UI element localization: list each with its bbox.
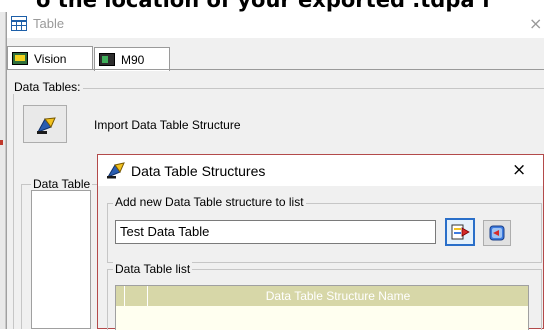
add-structure-icon bbox=[451, 224, 470, 240]
data-table-list-box[interactable] bbox=[31, 190, 91, 329]
window-title: Table bbox=[33, 16, 65, 31]
dialog-title: Data Table Structures bbox=[131, 163, 266, 179]
grid-header-indicator-cell bbox=[116, 286, 125, 306]
table-grid-icon bbox=[11, 16, 27, 31]
dialog-wand-icon bbox=[106, 162, 125, 179]
structure-name-input[interactable]: Test Data Table bbox=[115, 220, 436, 244]
import-structure-label: Import Data Table Structure bbox=[94, 118, 241, 132]
data-table-list-group-label: Data Table list bbox=[113, 262, 193, 276]
tab-vision-label: Vision bbox=[34, 52, 67, 66]
window-titlebar[interactable]: Table × bbox=[7, 12, 544, 38]
vision-panel-icon bbox=[12, 52, 28, 65]
data-table-list-grid[interactable]: Data Table Structure Name bbox=[115, 285, 529, 330]
background-mark bbox=[0, 140, 3, 145]
add-structure-group-label: Add new Data Table structure to list bbox=[113, 195, 306, 209]
dialog-titlebar[interactable]: Data Table Structures × bbox=[98, 155, 543, 186]
m90-panel-icon bbox=[99, 53, 115, 66]
dialog-close-button[interactable]: × bbox=[512, 160, 526, 180]
data-table-structures-dialog: Data Table Structures × Add new Data Tab… bbox=[97, 154, 544, 330]
tab-m90[interactable]: M90 bbox=[94, 47, 170, 71]
remove-structure-icon bbox=[489, 225, 505, 241]
data-tables-group-label: Data Tables: bbox=[12, 80, 83, 94]
data-table-group-label: Data Table bbox=[31, 177, 93, 191]
grid-header-structure-name[interactable]: Data Table Structure Name bbox=[148, 286, 528, 306]
window-close-button[interactable]: × bbox=[529, 14, 543, 34]
tab-vision[interactable]: Vision bbox=[7, 46, 93, 70]
import-wand-icon bbox=[36, 117, 56, 134]
grid-header: Data Table Structure Name bbox=[116, 286, 528, 306]
grid-header-select-cell[interactable] bbox=[125, 286, 148, 306]
add-structure-button[interactable] bbox=[445, 218, 475, 246]
import-structure-button[interactable] bbox=[23, 105, 67, 143]
tab-m90-label: M90 bbox=[121, 53, 145, 67]
instruction-banner: o the location of your exported .tdpa f bbox=[36, 0, 491, 12]
remove-structure-button[interactable] bbox=[483, 220, 511, 246]
